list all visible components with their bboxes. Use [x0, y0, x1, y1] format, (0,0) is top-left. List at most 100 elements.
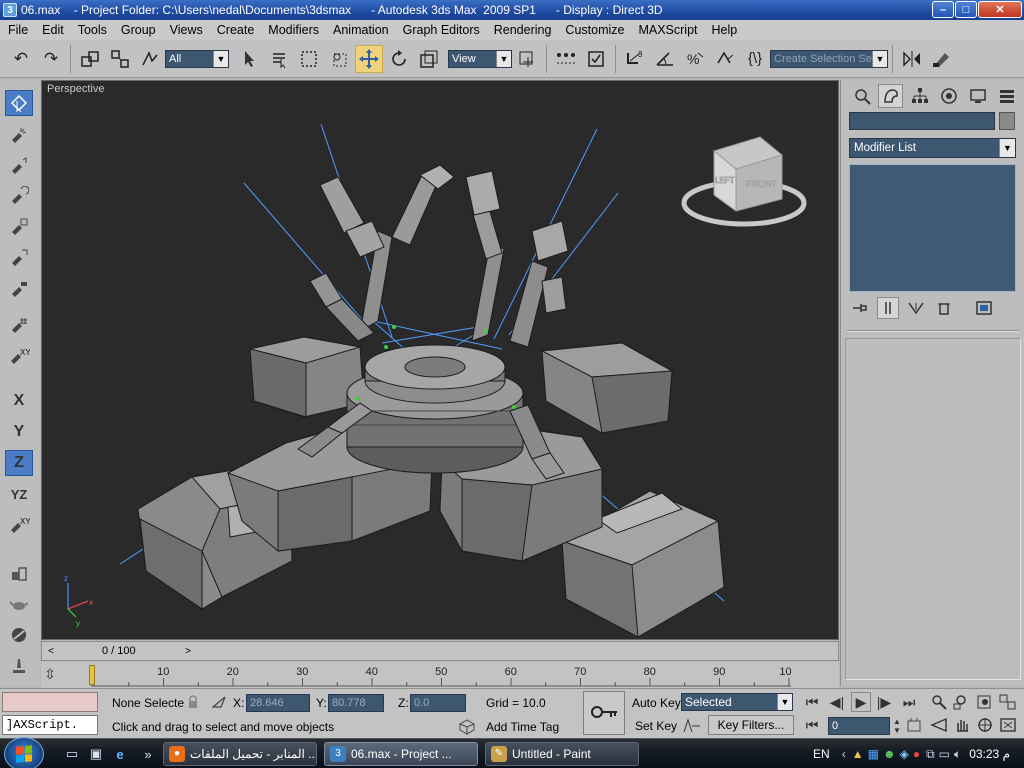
object-name-field[interactable]: [849, 112, 995, 130]
modifier-stack[interactable]: [849, 164, 1016, 292]
tray-network-icon[interactable]: ▦: [868, 747, 879, 761]
absolute-mode-icon[interactable]: [210, 694, 228, 710]
field-of-view-icon[interactable]: [930, 716, 948, 734]
time-slider[interactable]: < 0 / 100 >: [41, 641, 839, 661]
add-time-tag[interactable]: Add Time Tag: [486, 717, 559, 737]
tray-security-icon[interactable]: ●: [913, 747, 920, 761]
key-mode-toggle-icon[interactable]: ⏮: [804, 717, 820, 733]
menu-customize[interactable]: Customize: [558, 20, 631, 40]
menu-animation[interactable]: Animation: [326, 20, 396, 40]
menu-maxscript[interactable]: MAXScript: [631, 20, 704, 40]
manipulate-icon[interactable]: [552, 45, 580, 73]
zoom-icon[interactable]: [930, 693, 948, 711]
show-end-result-icon[interactable]: [877, 297, 899, 319]
axis-y-button[interactable]: Y: [5, 419, 33, 445]
paint-select-icon[interactable]: [5, 122, 33, 148]
current-frame-field[interactable]: 0: [828, 717, 890, 735]
play-icon[interactable]: ▶: [851, 692, 871, 712]
scale-gizmo-icon[interactable]: [5, 214, 33, 240]
zoom-extents-all-icon[interactable]: [999, 693, 1017, 711]
menu-rendering[interactable]: Rendering: [487, 20, 559, 40]
track-bar[interactable]: ⇳ 102030405060708090100: [41, 662, 839, 688]
angle-snap-icon[interactable]: [651, 45, 679, 73]
rotate-gizmo-icon[interactable]: [5, 183, 33, 209]
key-filters-button[interactable]: Key Filters...: [708, 715, 794, 735]
select-and-rotate-icon[interactable]: [385, 45, 413, 73]
menu-create[interactable]: Create: [210, 20, 262, 40]
window-title-bar[interactable]: 3 06.max - Project Folder: C:\Users\neda…: [0, 0, 1024, 20]
sphere-icon[interactable]: [5, 622, 33, 648]
snaps-toggle-icon[interactable]: 3: [621, 45, 649, 73]
select-by-name-icon[interactable]: [265, 45, 293, 73]
create-tab-icon[interactable]: [849, 84, 874, 108]
zoom-extents-icon[interactable]: [976, 693, 994, 711]
viewport-label[interactable]: Perspective: [47, 83, 104, 95]
select-and-link-icon[interactable]: [76, 45, 104, 73]
reference-coord-dropdown[interactable]: View ▼: [448, 49, 512, 68]
menu-modifiers[interactable]: Modifiers: [261, 20, 326, 40]
pin-stack-icon[interactable]: [849, 297, 871, 319]
tray-update-icon[interactable]: ◈: [900, 747, 909, 761]
select-hash-icon[interactable]: [5, 312, 33, 338]
next-frame-icon[interactable]: |▶: [876, 694, 892, 710]
taskbar-item-firefox[interactable]: ● المنابر - تحميل الملفات ...: [163, 742, 317, 766]
taskbar-item-paint[interactable]: ✎ Untitled - Paint: [485, 742, 639, 766]
mini-curve-editor-icon[interactable]: ⇳: [37, 662, 63, 686]
move-gizmo-icon[interactable]: [5, 153, 33, 179]
maximize-button[interactable]: □: [955, 1, 977, 18]
previous-frame-icon[interactable]: ◀|: [829, 694, 845, 710]
default-in-out-tangents-icon[interactable]: [682, 717, 702, 735]
rectangular-selection-icon[interactable]: [295, 45, 323, 73]
menu-help[interactable]: Help: [705, 20, 745, 40]
3ds-max-icon[interactable]: 3: [3, 3, 17, 17]
axis-x-button[interactable]: X: [5, 388, 33, 414]
tray-messenger-icon[interactable]: ☻: [883, 747, 896, 761]
show-desktop-icon[interactable]: ▭: [64, 746, 80, 762]
menu-edit[interactable]: Edit: [35, 20, 71, 40]
selection-filter-dropdown[interactable]: All ▼: [165, 49, 229, 68]
menu-graph-editors[interactable]: Graph Editors: [396, 20, 487, 40]
set-key-button[interactable]: Set Key: [635, 716, 677, 736]
motion-tab-icon[interactable]: [936, 84, 961, 108]
percent-snap-icon[interactable]: %: [681, 45, 709, 73]
start-button[interactable]: [4, 737, 44, 768]
time-tag-icon[interactable]: [458, 718, 476, 736]
named-selection-edit-icon[interactable]: {\}: [741, 45, 769, 73]
named-selection-dropdown[interactable]: Create Selection Set ▼: [770, 49, 888, 68]
clock[interactable]: 03:23 م: [969, 747, 1010, 761]
configure-modifier-sets-icon[interactable]: [973, 297, 995, 319]
make-unique-icon[interactable]: [905, 297, 927, 319]
object-color-swatch[interactable]: [999, 112, 1015, 130]
taskbar-item-3dsmax[interactable]: 3 06.max - Project ...: [324, 742, 478, 766]
lock-icon[interactable]: [186, 694, 200, 710]
modify-tab-icon[interactable]: [878, 84, 903, 108]
unlink-icon[interactable]: [106, 45, 134, 73]
bind-to-space-warp-icon[interactable]: [136, 45, 164, 73]
axis-xy-icon[interactable]: XY: [5, 512, 33, 538]
auto-key-button[interactable]: Auto Key: [632, 693, 681, 713]
zoom-all-icon[interactable]: [953, 693, 971, 711]
perspective-viewport[interactable]: z x y LEFT FRONT Perspective: [41, 80, 839, 640]
axis-yz-button[interactable]: YZ: [5, 481, 33, 507]
utilities-tab-icon[interactable]: [994, 84, 1019, 108]
internet-explorer-icon[interactable]: e: [112, 746, 128, 762]
tray-power-icon[interactable]: ▭: [939, 747, 950, 761]
hierarchy-tab-icon[interactable]: [907, 84, 932, 108]
pick-icon[interactable]: [5, 276, 33, 302]
select-object-icon[interactable]: [235, 45, 263, 73]
x-coord-field[interactable]: 28.646: [246, 694, 310, 712]
select-and-scale-icon[interactable]: [415, 45, 443, 73]
go-to-end-icon[interactable]: ⏭: [901, 694, 917, 710]
undo-icon[interactable]: ↶: [7, 45, 35, 73]
spinner-snap-icon[interactable]: [711, 45, 739, 73]
frame-spinner-icon[interactable]: ▲ ▼: [891, 717, 903, 735]
minimize-button[interactable]: –: [932, 1, 954, 18]
align-icon[interactable]: [928, 45, 956, 73]
pan-view-icon[interactable]: [953, 716, 971, 734]
menu-group[interactable]: Group: [114, 20, 163, 40]
tray-expand-icon[interactable]: ‹: [842, 747, 846, 761]
volume-icon[interactable]: 🔈︎: [954, 747, 961, 762]
orbit-icon[interactable]: [976, 716, 994, 734]
time-cursor[interactable]: [89, 665, 95, 685]
lamp-icon[interactable]: [5, 653, 33, 679]
